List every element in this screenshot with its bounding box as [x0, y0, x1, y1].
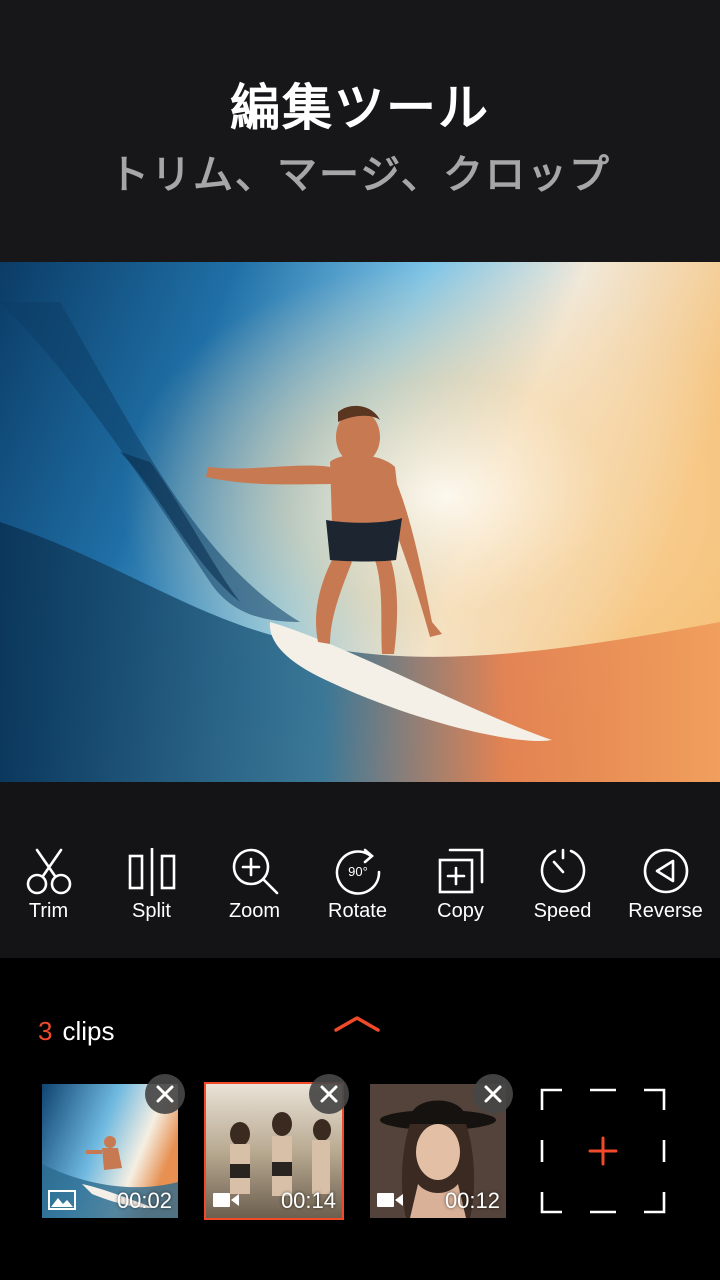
clip-duration: 00:14 [280, 1188, 336, 1213]
tool-speed[interactable]: Speed [511, 844, 614, 923]
tool-rotate[interactable]: 90° Rotate [306, 844, 409, 923]
remove-clip-button[interactable] [145, 1074, 185, 1114]
video-preview[interactable] [0, 262, 720, 782]
copy-icon [438, 848, 483, 894]
tool-zoom[interactable]: Zoom [203, 844, 306, 923]
clips-count: 3 clips [38, 1016, 114, 1047]
reverse-icon [643, 848, 688, 894]
close-icon [156, 1085, 174, 1103]
clips-panel: 3 clips 00:02 00:14 00:12 [0, 958, 720, 1280]
tool-copy[interactable]: Copy [409, 844, 512, 923]
speed-icon [540, 848, 585, 893]
plus-icon [540, 1088, 666, 1214]
tool-label: Rotate [328, 900, 387, 922]
rotate-icon: 90° [335, 848, 380, 895]
surfer-preview-image [0, 262, 720, 782]
video-icon [377, 1193, 403, 1207]
clips-count-label: clips [62, 1016, 115, 1046]
rotate-badge: 90° [348, 864, 368, 879]
clip-duration: 00:02 [116, 1188, 172, 1213]
close-icon [320, 1085, 338, 1103]
header: 編集ツール トリム、マージ、クロップ [0, 0, 720, 262]
scissors-icon [26, 848, 71, 895]
clips-count-number: 3 [38, 1016, 53, 1046]
edit-toolbar: Trim Split Zoom 90° Rotate Copy Speed Re… [0, 782, 720, 958]
tool-label: Reverse [628, 900, 703, 922]
tool-label: Copy [437, 900, 484, 922]
page-title: 編集ツール [230, 79, 490, 137]
close-icon [484, 1085, 502, 1103]
tool-split[interactable]: Split [100, 844, 203, 923]
tool-label: Trim [28, 900, 69, 922]
split-icon [128, 848, 175, 896]
tool-label: Split [132, 900, 171, 922]
zoom-in-icon [232, 848, 278, 895]
tool-trim[interactable]: Trim [0, 844, 100, 923]
expand-panel-button[interactable] [330, 1008, 384, 1038]
add-clip-button[interactable] [540, 1088, 666, 1214]
tool-label: Zoom [228, 900, 281, 922]
clip-duration: 00:12 [444, 1188, 500, 1213]
remove-clip-button[interactable] [473, 1074, 513, 1114]
page-subtitle: トリム、マージ、クロップ [109, 152, 611, 198]
tool-label: Speed [533, 900, 592, 922]
image-icon [48, 1190, 76, 1210]
video-icon [213, 1193, 239, 1207]
tool-reverse[interactable]: Reverse [614, 844, 717, 923]
chevron-up-icon [334, 1016, 380, 1032]
remove-clip-button[interactable] [309, 1074, 349, 1114]
